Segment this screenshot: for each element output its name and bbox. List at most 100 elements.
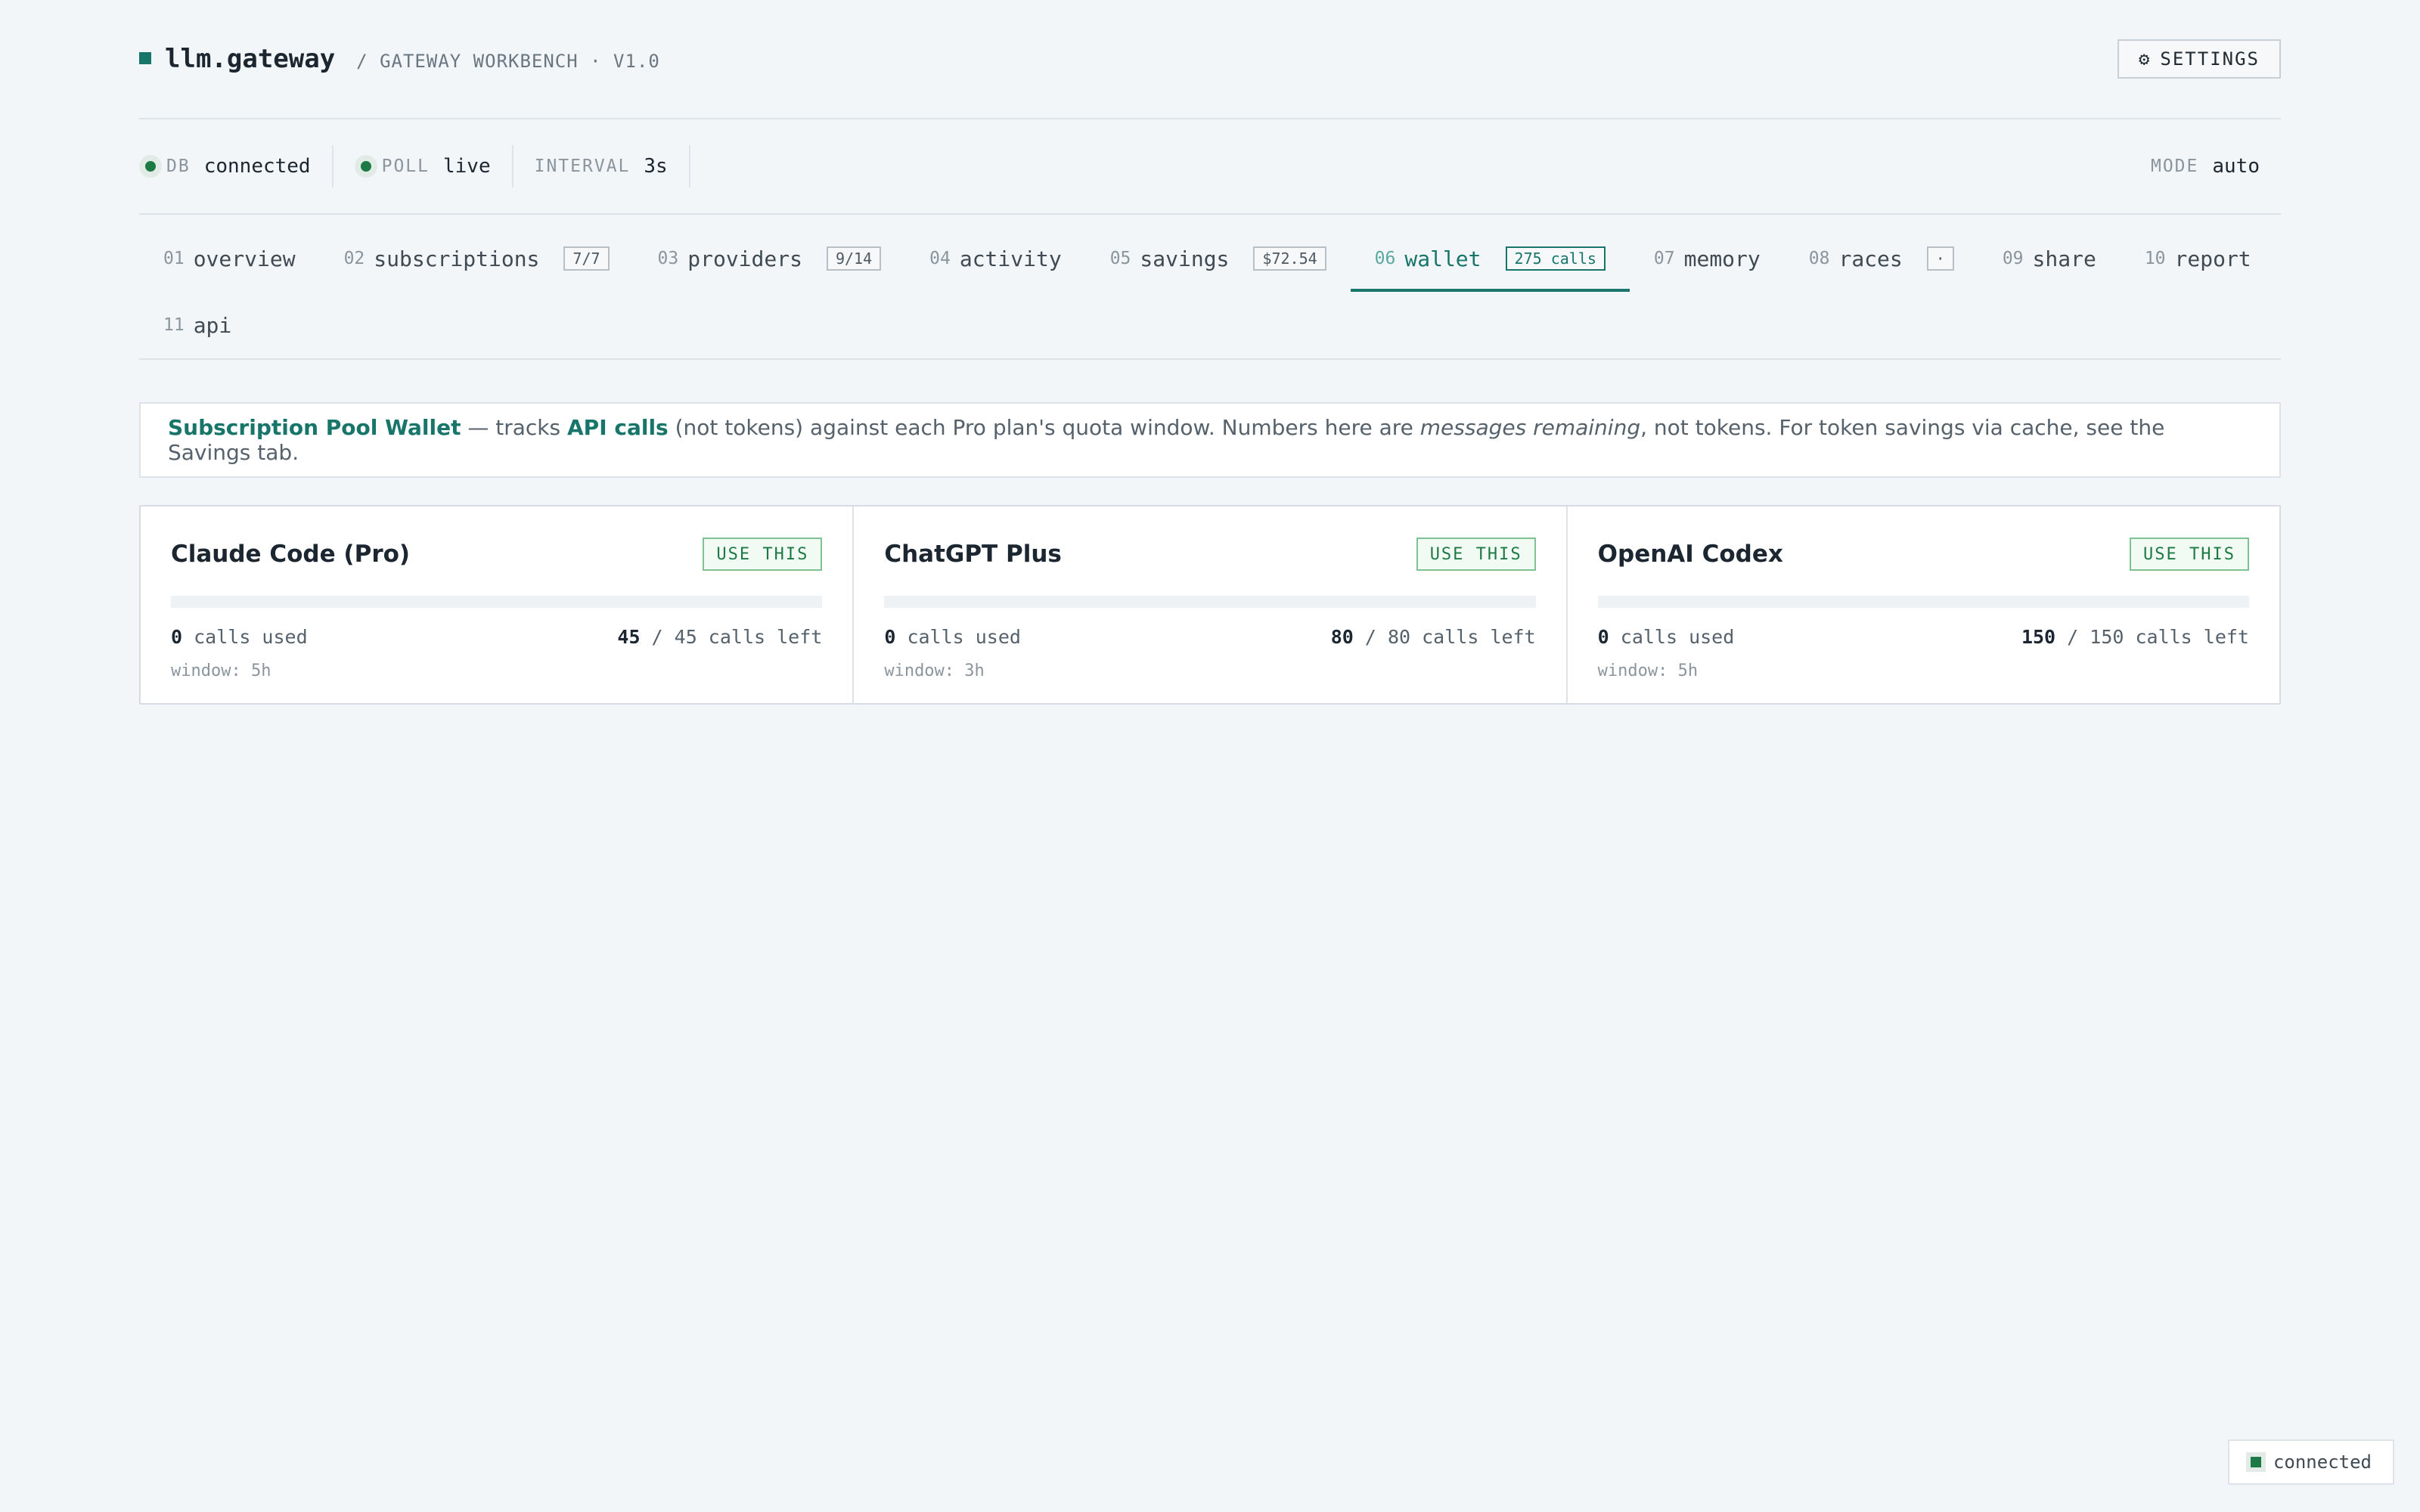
- status-dot-icon: [354, 155, 377, 178]
- tab-number: 07: [1653, 249, 1675, 268]
- tab-label: subscriptions: [374, 246, 540, 271]
- tab-label: races: [1838, 246, 1903, 271]
- tab-badge: 7/7: [563, 246, 610, 271]
- calls-used-suffix: calls used: [1609, 626, 1735, 648]
- tab-number: 05: [1109, 249, 1131, 268]
- status-mode[interactable]: MODE auto: [2130, 145, 2281, 187]
- usage-row: 0 calls used 80 / 80 calls left: [884, 626, 1535, 648]
- calls-left-count: 150: [2021, 626, 2056, 648]
- tab-bar: 01 overview 02 subscriptions 7/7 03 providers 9…: [139, 215, 2281, 360]
- calls-used: 0 calls used: [1598, 626, 1735, 648]
- toast-label: connected: [2273, 1452, 2372, 1473]
- usage-bar: [1597, 596, 2249, 608]
- card-title: OpenAI Codex: [1597, 541, 1783, 568]
- calls-left: 150 / 150 calls left: [2021, 626, 2249, 648]
- status-db: DB connected: [139, 145, 334, 187]
- tab-badge: 275 calls: [1505, 246, 1606, 271]
- tab-races[interactable]: 08 races ·: [1785, 225, 1978, 292]
- status-dot-icon: [139, 155, 162, 178]
- gear-icon: ⚙: [2138, 48, 2152, 70]
- info-title: Subscription Pool Wallet: [168, 415, 461, 440]
- tab-savings[interactable]: 05 savings $72.54: [1086, 225, 1351, 292]
- tab-number: 11: [163, 315, 185, 335]
- card-title: Claude Code (Pro): [171, 541, 411, 568]
- wallet-info-banner: Subscription Pool Wallet — tracks API ca…: [139, 402, 2281, 478]
- tab-number: 04: [929, 249, 951, 268]
- info-emphasis: messages remaining: [1419, 415, 1641, 440]
- settings-label: SETTINGS: [2160, 48, 2260, 70]
- app-subtitle: / GATEWAY WORKBENCH · V1.0: [356, 51, 660, 72]
- tab-label: overview: [193, 246, 296, 271]
- brand: llm.gateway / GATEWAY WORKBENCH · V1.0: [139, 44, 660, 74]
- use-this-button[interactable]: USE THIS: [2130, 538, 2249, 571]
- status-mode-value: auto: [2212, 155, 2260, 178]
- usage-row: 0 calls used 150 / 150 calls left: [1598, 626, 2249, 648]
- tab-activity[interactable]: 04 activity: [905, 225, 1086, 292]
- calls-used: 0 calls used: [884, 626, 1021, 648]
- tab-number: 09: [2002, 249, 2024, 268]
- info-api-calls: API calls: [567, 415, 669, 440]
- status-interval-label: INTERVAL: [534, 156, 631, 176]
- calls-left-suffix: / 45 calls left: [640, 626, 823, 648]
- quota-window: window: 5h: [1597, 662, 1699, 680]
- calls-left: 45 / 45 calls left: [617, 626, 822, 648]
- app-name: llm.gateway: [165, 44, 336, 74]
- calls-left-suffix: / 80 calls left: [1353, 626, 1536, 648]
- info-text-1: — tracks: [461, 415, 567, 440]
- tab-number: 08: [1808, 249, 1830, 268]
- calls-left-suffix: / 150 calls left: [2055, 626, 2249, 648]
- calls-used: 0 calls used: [171, 626, 308, 648]
- card-header: ChatGPT Plus USE THIS: [884, 537, 1536, 572]
- tab-label: api: [193, 312, 232, 338]
- tab-subscriptions[interactable]: 02 subscriptions 7/7: [320, 225, 634, 292]
- tab-number: 06: [1374, 249, 1396, 268]
- tab-label: report: [2174, 246, 2251, 271]
- logo-square-icon: [139, 52, 151, 64]
- calls-used-count: 0: [1597, 626, 1609, 648]
- info-text-2: (not tokens) against each Pro plan's quo…: [668, 415, 1420, 440]
- calls-used-suffix: calls used: [895, 626, 1021, 648]
- calls-used-suffix: calls used: [182, 626, 308, 648]
- settings-button[interactable]: ⚙ SETTINGS: [2117, 39, 2281, 79]
- tab-wallet[interactable]: 06 wallet 275 calls: [1350, 225, 1630, 292]
- tab-number: 02: [343, 249, 365, 268]
- tab-label: providers: [687, 246, 802, 271]
- status-db-value: connected: [203, 155, 311, 178]
- calls-left-count: 80: [1330, 626, 1354, 648]
- tab-label: memory: [1683, 246, 1761, 271]
- usage-row: 0 calls used 45 / 45 calls left: [171, 626, 822, 648]
- tab-report[interactable]: 10 report: [2121, 225, 2276, 292]
- use-this-button[interactable]: USE THIS: [703, 538, 823, 571]
- usage-bar: [884, 596, 1536, 608]
- card-header: Claude Code (Pro) USE THIS: [171, 537, 823, 572]
- tab-label: wallet: [1404, 246, 1481, 271]
- tab-label: savings: [1140, 246, 1230, 271]
- tab-share[interactable]: 09 share: [1978, 225, 2121, 292]
- calls-used-count: 0: [171, 626, 183, 648]
- tab-memory[interactable]: 07 memory: [1630, 225, 1785, 292]
- tab-api[interactable]: 11 api: [139, 292, 256, 358]
- tab-number: 01: [163, 249, 185, 268]
- use-this-button[interactable]: USE THIS: [1416, 538, 1536, 571]
- calls-used-count: 0: [884, 626, 896, 648]
- tab-badge: $72.54: [1253, 246, 1326, 271]
- status-bar: DB connected POLL live INTERVAL 3s MODE …: [139, 119, 2281, 215]
- status-mode-label: MODE: [2150, 156, 2199, 176]
- tab-providers[interactable]: 03 providers 9/14: [634, 225, 906, 292]
- wallet-card: ChatGPT Plus USE THIS 0 calls used 80 / 80 …: [854, 507, 1568, 703]
- quota-window: window: 5h: [171, 662, 271, 680]
- tab-badge: 9/14: [826, 246, 882, 271]
- card-title: ChatGPT Plus: [884, 541, 1062, 568]
- status-poll-value: live: [442, 155, 491, 178]
- status-interval-value: 3s: [644, 155, 668, 178]
- tab-overview[interactable]: 01 overview: [139, 225, 320, 292]
- card-header: OpenAI Codex USE THIS: [1598, 537, 2249, 572]
- status-interval: INTERVAL 3s: [513, 145, 690, 187]
- wallet-card: Claude Code (Pro) USE THIS 0 calls used 45 …: [141, 507, 855, 703]
- quota-window: window: 3h: [884, 662, 985, 680]
- tab-label: activity: [959, 246, 1062, 271]
- status-db-label: DB: [166, 156, 191, 176]
- status-poll-label: POLL: [381, 156, 430, 176]
- tab-label: share: [2032, 246, 2096, 271]
- tab-number: 03: [657, 249, 679, 268]
